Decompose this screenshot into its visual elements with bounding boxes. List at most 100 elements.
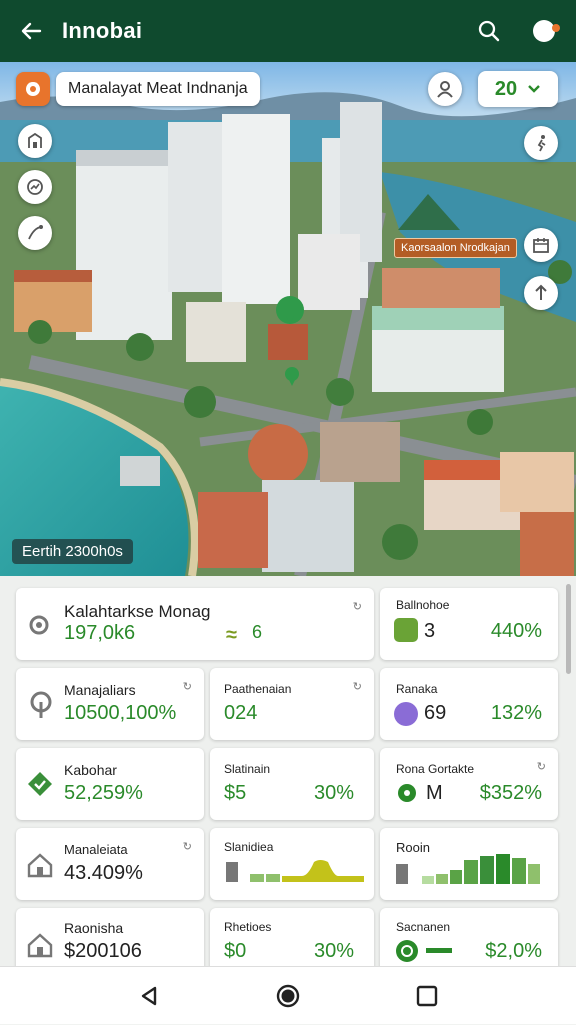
search-icon xyxy=(478,20,500,42)
stat-card[interactable]: Kalahtarkse Monag 197,0k6 ≈ 6 ↻ xyxy=(16,588,374,660)
house-icon xyxy=(27,933,53,958)
card-value: $200106 xyxy=(64,940,142,962)
chart-card[interactable]: Rooin xyxy=(380,828,558,900)
filter-value: 20 xyxy=(494,77,518,100)
map-control-navigate[interactable] xyxy=(524,276,558,310)
card-value: 197,0k6 xyxy=(64,622,136,644)
refresh-icon: ↻ xyxy=(182,841,192,853)
nav-back-button[interactable] xyxy=(119,967,179,1025)
card-title: Rhetioes xyxy=(224,920,272,934)
card-value: 69 xyxy=(424,702,447,724)
stat-card[interactable]: Kabohar 52,259% xyxy=(16,748,204,820)
leaf-icon: ≈ xyxy=(226,624,237,646)
card-title: Sacnanen xyxy=(396,920,451,934)
card-extra: $352% xyxy=(479,782,542,804)
search-button[interactable] xyxy=(460,0,518,62)
refresh-icon: ↻ xyxy=(536,761,546,773)
gear-icon xyxy=(29,615,49,635)
user-icon xyxy=(437,81,453,98)
mini-bar xyxy=(426,948,452,953)
map-control-route[interactable] xyxy=(18,216,52,250)
app-bar: Innobai xyxy=(0,0,576,62)
card-title: Paathenaian xyxy=(224,682,292,696)
back-button[interactable] xyxy=(0,0,62,62)
nav-back-icon xyxy=(142,986,157,1005)
map-control-walk[interactable] xyxy=(524,126,558,160)
card-value: 43.409% xyxy=(64,862,143,884)
card-title: Kalahtarkse Monag xyxy=(64,602,211,621)
building-icon xyxy=(28,132,42,148)
refresh-icon: ↻ xyxy=(182,681,192,693)
card-extra: 30% xyxy=(313,782,354,804)
stat-card[interactable]: Paathenaian 024 ↻ xyxy=(210,668,374,740)
profile-button[interactable] xyxy=(428,72,462,106)
card-value: 10500,100% xyxy=(64,702,177,724)
card-value: M xyxy=(426,782,443,804)
stat-card[interactable]: Ranaka 69 132% xyxy=(380,668,558,740)
map-control-calendar[interactable] xyxy=(524,228,558,262)
stat-card[interactable]: Ballnohoe 3 440% xyxy=(380,588,558,660)
nav-home-button[interactable] xyxy=(258,967,318,1025)
aerial-map-view[interactable]: Manalayat Meat Indnanja 20 Kaorsaalon Nr… xyxy=(0,62,576,576)
map-place-tag[interactable]: Kaorsaalon Nrodkajan xyxy=(394,238,517,258)
navigate-icon xyxy=(535,284,547,300)
route-icon xyxy=(28,225,43,240)
card-extra: 132% xyxy=(490,702,542,724)
card-title: Ballnohoe xyxy=(396,598,450,612)
map-control-chart[interactable] xyxy=(18,170,52,204)
stat-card[interactable]: Sacnanen $2,0% xyxy=(380,908,558,966)
walk-icon xyxy=(537,135,546,152)
map-caption: Eertih 2300h0s xyxy=(12,539,133,564)
card-title: Slanidiea xyxy=(224,840,274,854)
arrow-left-icon xyxy=(21,22,42,40)
card-title: Manaleiata xyxy=(64,842,128,857)
nav-recents-icon xyxy=(416,985,437,1006)
card-title: Rona Gortakte xyxy=(396,762,475,776)
card-value: $5 xyxy=(224,782,247,804)
refresh-icon: ↻ xyxy=(352,681,362,693)
location-label: Manalayat Meat Indnanja xyxy=(56,72,260,106)
card-value: 024 xyxy=(224,702,258,724)
toggle-icon xyxy=(533,20,560,42)
stat-card[interactable]: Rhetioes $0 30% xyxy=(210,908,374,966)
card-value: $2,0% xyxy=(485,940,542,962)
dial-icon xyxy=(396,940,418,962)
chart-card[interactable]: Slanidiea xyxy=(210,828,374,900)
nav-recents-button[interactable] xyxy=(397,967,457,1025)
card-extra: 30% xyxy=(313,940,354,962)
sparkline-bars xyxy=(396,854,540,884)
location-chip[interactable]: Manalayat Meat Indnanja xyxy=(16,72,260,106)
aerial-city-image xyxy=(0,62,576,576)
gear-icon xyxy=(398,784,416,802)
card-value: $0 xyxy=(224,940,247,962)
stat-card[interactable]: Rona Gortakte M $352% ↻ xyxy=(380,748,558,820)
stat-card[interactable]: Manaleiata 43.409% ↻ xyxy=(16,828,204,900)
pencil-icon xyxy=(394,702,418,726)
card-title: Kabohar xyxy=(64,762,117,778)
chart-icon xyxy=(27,179,43,195)
card-title: Raonisha xyxy=(64,920,124,936)
card-value: 3 xyxy=(424,620,436,642)
map-control-building[interactable] xyxy=(18,124,52,158)
card-extra: 440% xyxy=(490,620,542,642)
card-extra: 6 xyxy=(252,622,263,642)
system-nav-bar xyxy=(0,966,576,1024)
app-title: Innobai xyxy=(62,18,143,43)
stat-card[interactable]: Slatinain $5 30% xyxy=(210,748,374,820)
image-icon xyxy=(394,618,418,642)
stat-card[interactable]: Manajaliars 10500,100% ↻ xyxy=(16,668,204,740)
chevron-down-icon xyxy=(528,85,540,93)
card-title: Slatinain xyxy=(224,762,271,776)
stats-grid: Kalahtarkse Monag 197,0k6 ≈ 6 ↻ Ballnoho… xyxy=(0,576,576,966)
sparkline-bump xyxy=(226,860,364,882)
stat-card[interactable]: Raonisha $200106 xyxy=(16,908,204,966)
scrollbar[interactable] xyxy=(566,584,571,674)
location-logo-icon xyxy=(16,72,50,106)
card-value: 52,259% xyxy=(64,782,143,804)
house-icon xyxy=(27,853,53,878)
nav-home-icon xyxy=(276,984,300,1007)
card-title: Ranaka xyxy=(396,682,438,696)
filter-dropdown[interactable]: 20 xyxy=(478,71,558,107)
badge-icon xyxy=(28,772,52,796)
toggle-button[interactable] xyxy=(518,0,576,62)
